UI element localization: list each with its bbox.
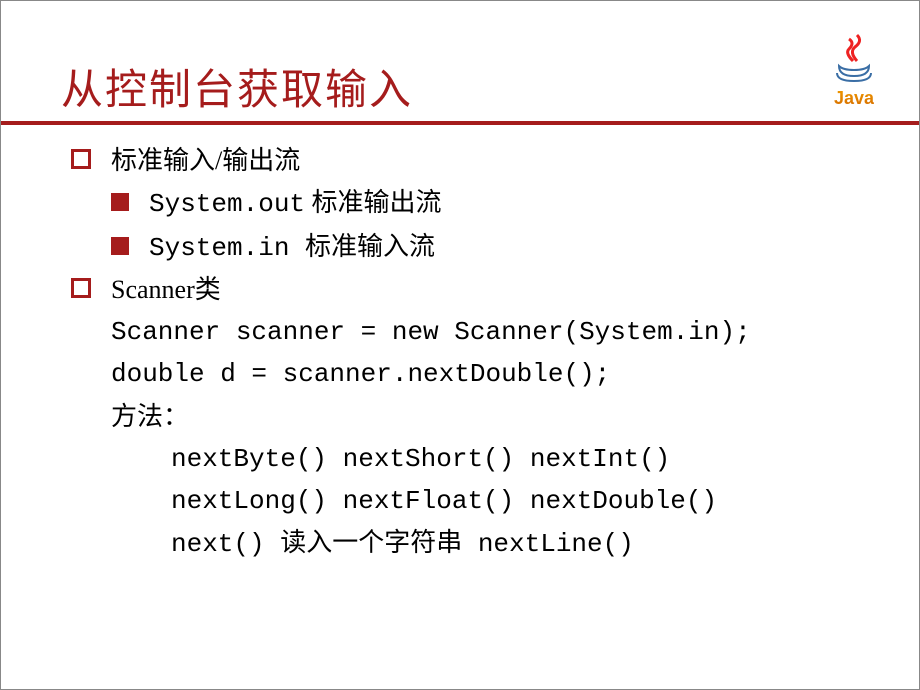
filled-square-icon <box>111 193 129 211</box>
bullet-level1: 标准输入/输出流 <box>71 141 879 181</box>
bullet-level2: System.out 标准输出流 <box>111 183 879 224</box>
title-underline <box>1 121 919 125</box>
hollow-square-icon <box>71 278 91 298</box>
java-logo: Java <box>819 31 889 109</box>
code-line: nextByte() nextShort() nextInt() <box>171 439 879 479</box>
code-line: Scanner scanner = new Scanner(System.in)… <box>111 312 879 352</box>
filled-square-icon <box>111 237 129 255</box>
code-line: nextLong() nextFloat() nextDouble() <box>171 481 879 521</box>
slide-title: 从控制台获取输入 <box>61 56 413 117</box>
code-system-out: System.out <box>149 189 305 219</box>
text-stdin: 标准输入流 <box>305 232 435 261</box>
text-scanner-class: Scanner类 <box>111 275 221 304</box>
text-stdout: 标准输出流 <box>312 188 442 217</box>
code-system-in: System.in <box>149 233 305 263</box>
bullet-level1: Scanner类 <box>71 270 879 310</box>
text-methods-label: 方法： <box>111 397 879 437</box>
java-cup-icon <box>829 31 879 86</box>
bullet-level2: System.in 标准输入流 <box>111 227 879 268</box>
slide-body: 标准输入/输出流 System.out 标准输出流 System.in 标准输入… <box>71 141 879 566</box>
logo-text: Java <box>834 88 874 108</box>
hollow-square-icon <box>71 149 91 169</box>
code-line: double d = scanner.nextDouble(); <box>111 354 879 394</box>
slide: Java 从控制台获取输入 标准输入/输出流 System.out 标准输出流 … <box>0 0 920 690</box>
code-line: next() 读入一个字符串 nextLine() <box>171 524 879 564</box>
text-io-streams: 标准输入/输出流 <box>111 146 300 175</box>
